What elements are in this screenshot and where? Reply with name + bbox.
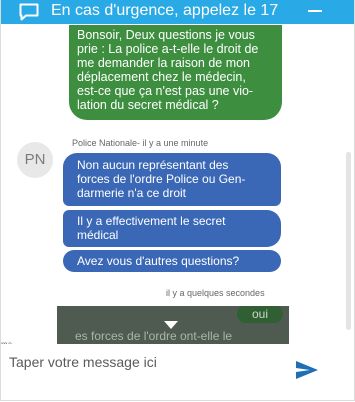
message-line: lation du secret médical ? (77, 98, 219, 112)
user-message: Bonsoir, Deux questions je vous prie : L… (69, 25, 282, 120)
time-meta: il y a quelques secondes (166, 288, 265, 298)
chat-bubble-icon (19, 3, 39, 21)
chat-window: En cas d'urgence, appelez le 17 Bonsoir,… (0, 0, 355, 401)
message-line: darmerie n'a ce droit (77, 186, 187, 200)
message-line: est-ce que ça n'est pas une vio- (77, 84, 254, 98)
partial-reply: oui (237, 306, 283, 323)
message-line: Il y a effectivement le secret (77, 214, 226, 228)
message-line: Non aucun représentant des (77, 158, 229, 172)
agent-message: Non aucun représentant des forces de l'o… (63, 153, 281, 206)
minimize-icon[interactable] (308, 10, 322, 12)
message-list[interactable]: Bonsoir, Deux questions je vous prie : L… (1, 24, 354, 332)
agent-meta: Police Nationale- il y a une minute (72, 138, 209, 148)
scroll-down-icon[interactable] (164, 321, 178, 329)
message-line: Avez vous d'autres questions? (77, 254, 240, 268)
message-line: prie : La police a-t-elle le droit de (77, 42, 259, 56)
avatar: PN (17, 142, 53, 178)
message-line: déplacement chez le médecin, (77, 70, 246, 84)
message-line: Bonsoir, Deux questions je vous (77, 28, 255, 42)
input-bar (1, 344, 354, 400)
agent-message: Il y a effectivement le secret médical (63, 210, 281, 247)
scrollbar[interactable] (346, 152, 351, 330)
header-title: En cas d'urgence, appelez le 17 (51, 2, 279, 19)
chat-header: En cas d'urgence, appelez le 17 (1, 0, 354, 24)
message-line: forces de l'ordre Police ou Gen- (77, 172, 246, 186)
message-input[interactable] (9, 352, 279, 372)
message-line: médical (77, 228, 119, 242)
message-line: me demander la raison de mon (77, 56, 251, 70)
partial-message: es forces de l'ordre ont-elle le (75, 329, 233, 343)
send-icon[interactable] (293, 356, 321, 384)
new-messages-overlay[interactable]: oui es forces de l'ordre ont-elle le (57, 306, 289, 344)
agent-message: Avez vous d'autres questions? (63, 250, 281, 272)
